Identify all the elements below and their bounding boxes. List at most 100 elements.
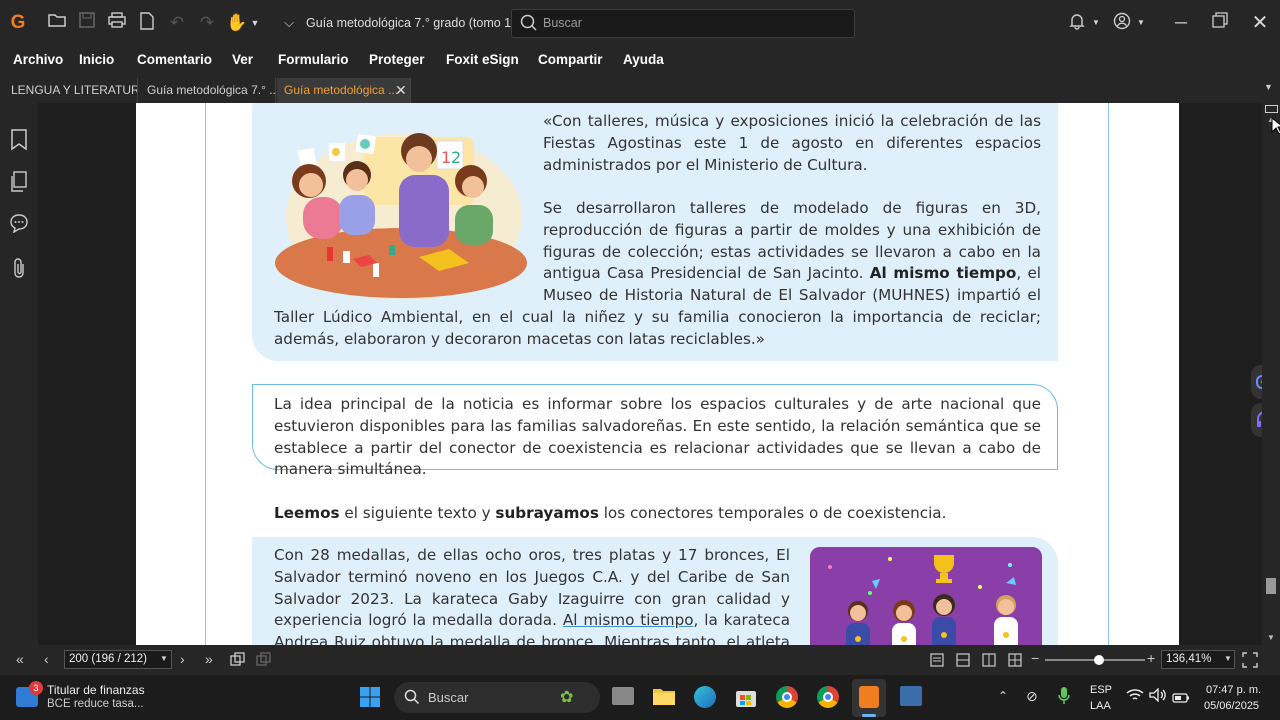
instruction-bold-2: subrayamos — [495, 504, 599, 522]
menu-comentario[interactable]: Comentario — [137, 52, 212, 67]
quick-access-chevron-icon[interactable]: ⌵ — [278, 12, 300, 34]
zoom-in-icon[interactable]: + — [1147, 650, 1155, 666]
zoom-value[interactable]: 136,41% — [1166, 653, 1211, 665]
foxit-taskbar-icon[interactable] — [852, 679, 886, 717]
first-page-icon[interactable]: « — [16, 651, 24, 667]
left-navigation-panel: ▶ — [0, 103, 47, 645]
athletes-illustration — [810, 547, 1042, 645]
chrome-profile-icon[interactable] — [817, 686, 839, 708]
taskbar-search[interactable]: Buscar ✿ — [394, 682, 600, 713]
mouse-cursor-icon — [1271, 116, 1280, 140]
fullscreen-icon[interactable] — [1242, 652, 1258, 673]
menu-ayuda[interactable]: Ayuda — [623, 52, 664, 67]
document-title: Guía metodológica 7.° grado (tomo 1) (1.… — [306, 16, 541, 30]
microphone-icon[interactable] — [1058, 686, 1070, 711]
search-highlight-plant-icon: ✿ — [560, 689, 574, 706]
instruction-bold-1: Leemos — [274, 504, 340, 522]
redo-icon[interactable]: ↷ — [196, 12, 218, 34]
menu-formulario[interactable]: Formulario — [278, 52, 349, 67]
wrap-spacer — [274, 198, 543, 286]
menu-inicio[interactable]: Inicio — [79, 52, 114, 67]
continuous-facing-icon[interactable] — [1008, 653, 1022, 672]
menu-proteger[interactable]: Proteger — [369, 52, 425, 67]
single-page-icon[interactable] — [930, 653, 944, 672]
chevron-down-icon[interactable]: ▼ — [1130, 12, 1152, 34]
instruction-text-1: el siguiente texto y — [339, 504, 496, 522]
title-bar: G ↶ ↷ ✋ ▼ ⌵ Guía metodológica 7.° grado … — [0, 0, 1280, 46]
attachment-icon[interactable] — [11, 257, 27, 284]
next-view-icon[interactable] — [256, 652, 272, 671]
facing-pages-icon[interactable] — [982, 653, 996, 672]
zoom-field[interactable]: 136,41% ▼ — [1161, 650, 1235, 669]
main-idea-text: La idea principal de la noticia es infor… — [274, 395, 1041, 479]
tab-label: Guía metodológica 7.° ... — [147, 83, 276, 97]
vertical-scrollbar[interactable]: ▲ ▼ — [1262, 103, 1280, 645]
chevron-down-icon[interactable]: ▼ — [1224, 654, 1232, 663]
scroll-down-arrow-icon[interactable]: ▼ — [1267, 633, 1275, 642]
save-icon[interactable] — [76, 12, 98, 34]
instruction-text: Leemos el siguiente texto y subrayamos l… — [274, 503, 1041, 525]
next-page-icon[interactable]: › — [180, 651, 185, 667]
menu-compartir[interactable]: Compartir — [538, 52, 603, 67]
svg-text:2: 2 — [451, 148, 461, 167]
page-number-field[interactable]: 200 (196 / 212) ▼ — [64, 650, 172, 669]
wifi-icon[interactable] — [1126, 688, 1144, 707]
search-box[interactable]: Buscar — [511, 9, 855, 38]
windows-start-icon[interactable] — [359, 686, 381, 713]
close-icon[interactable]: ✕ — [1249, 12, 1271, 34]
menu-archivo[interactable]: Archivo — [13, 52, 63, 67]
connector-al-mismo-tiempo: Al mismo tiempo — [869, 264, 1017, 283]
scroll-thumb[interactable] — [1266, 578, 1276, 594]
bookmark-icon[interactable] — [10, 129, 28, 156]
tab-lengua-literatura[interactable]: LENGUA Y LITERATUR... — [4, 78, 138, 103]
app-window-icon[interactable] — [900, 686, 922, 706]
news-text: Con 28 medallas, de ellas ocho oros, tre… — [274, 545, 790, 645]
battery-icon[interactable] — [1172, 690, 1190, 708]
menu-ver[interactable]: Ver — [232, 52, 253, 67]
clock-date[interactable]: 05/06/2025 — [1204, 700, 1259, 712]
clock-time[interactable]: 07:47 p. m. — [1206, 684, 1261, 696]
chevron-down-icon[interactable]: ▼ — [1085, 12, 1107, 34]
tab-guia-metodologica-2[interactable]: Guía metodológica ... ✕ — [277, 78, 411, 103]
task-view-icon[interactable] — [612, 687, 634, 705]
chrome-icon[interactable] — [776, 686, 798, 708]
language-primary[interactable]: ESP — [1090, 684, 1112, 696]
language-secondary[interactable]: LAA — [1090, 700, 1111, 712]
network-muted-icon[interactable]: ⊘ — [1026, 688, 1038, 705]
foxit-logo-icon[interactable]: G — [7, 12, 29, 34]
volume-icon[interactable] — [1149, 687, 1167, 707]
close-tab-icon[interactable]: ✕ — [395, 78, 407, 103]
search-icon — [520, 14, 538, 36]
right-gutter — [1179, 103, 1277, 645]
zoom-out-icon[interactable]: − — [1031, 650, 1039, 666]
news-widget[interactable]: 3 Titular de finanzas BCE reduce tasa... — [14, 681, 174, 715]
chevron-down-icon[interactable]: ▼ — [244, 12, 266, 34]
continuous-page-icon[interactable] — [956, 653, 970, 672]
news-title: Titular de finanzas — [47, 683, 145, 697]
underlined-connector: Al mismo tiempo — [562, 611, 694, 630]
previous-view-icon[interactable] — [230, 652, 246, 671]
previous-page-icon[interactable]: ‹ — [44, 651, 49, 667]
zoom-slider-thumb[interactable] — [1094, 655, 1104, 665]
search-input[interactable]: Buscar — [543, 16, 582, 30]
document-icon[interactable] — [136, 12, 158, 34]
restore-icon[interactable] — [1209, 12, 1231, 34]
minimize-icon[interactable]: ─ — [1170, 12, 1192, 34]
split-view-icon[interactable] — [1265, 105, 1278, 113]
pages-icon[interactable] — [10, 171, 28, 198]
menu-foxit-esign[interactable]: Foxit eSign — [446, 52, 519, 67]
chevron-down-icon[interactable]: ▼ — [160, 654, 168, 663]
tab-guia-metodologica-1[interactable]: Guía metodológica 7.° ... — [140, 78, 276, 103]
print-icon[interactable] — [106, 12, 128, 34]
file-explorer-icon[interactable] — [652, 686, 676, 711]
open-folder-icon[interactable] — [46, 12, 68, 34]
edge-browser-icon[interactable] — [694, 686, 716, 708]
show-hidden-icons-chevron-icon[interactable]: ⌃ — [998, 689, 1008, 703]
last-page-icon[interactable]: » — [205, 651, 213, 667]
comments-icon[interactable] — [9, 213, 29, 238]
microsoft-store-icon[interactable] — [735, 686, 757, 713]
tab-list-chevron-icon[interactable]: ▼ — [1264, 82, 1273, 92]
page-number-value[interactable]: 200 (196 / 212) — [69, 653, 147, 665]
instruction-text-2: los conectores temporales o de coexisten… — [598, 504, 947, 522]
undo-icon[interactable]: ↶ — [166, 12, 188, 34]
